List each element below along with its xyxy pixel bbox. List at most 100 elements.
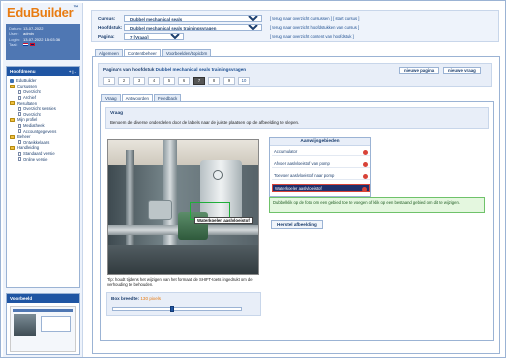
sidebar-item-label: Ontwikkelaars (23, 139, 50, 145)
app-window: EduBuilder™ Datum: 13-07-2022 User: admin … (0, 0, 506, 358)
sidebar-item-label: Overzicht (23, 111, 41, 117)
main-tabs: Algemeen Contentbeheer Voorbeelden/topic… (95, 49, 212, 56)
pagina-links[interactable]: [ terug naar overzicht content van hoofd… (270, 34, 354, 39)
preview-thumbnail[interactable] (10, 306, 76, 352)
sidebar-item-label: Mijn profiel (17, 117, 38, 123)
pagina-label: Pagina: (98, 34, 115, 39)
menu-expand-collapse[interactable]: + | - (69, 69, 76, 74)
page-icon (18, 129, 21, 134)
page-number-button[interactable]: 1 (103, 77, 115, 85)
page-numbers: 1 2 3 4 5 6 7 8 9 10 (103, 77, 250, 85)
page-number-button[interactable]: 6 (178, 77, 190, 85)
box-size-panel: Box breedte: 130 pixels (106, 292, 261, 316)
answer-item-label: Toevoer aaslvloeistof naar pomp (274, 173, 335, 178)
sidebar-item-online-versie[interactable]: Online versie (10, 156, 76, 162)
page-number-button[interactable]: 2 (118, 77, 130, 85)
home-icon (10, 78, 14, 83)
page-icon (18, 112, 21, 117)
answer-item[interactable]: Afvoer aaslvloeistof van pomp (272, 160, 370, 168)
answer-item[interactable]: Accumulator (272, 148, 370, 156)
hoofdstuk-links[interactable]: [ terug naar overzicht hoofdstukken van … (270, 25, 359, 30)
sidebar-item-label: Handleiding (17, 145, 40, 151)
sidebar-item-label: Overzicht sessies (23, 106, 56, 112)
main-menu-header: Hoofdmenu + | - (7, 67, 79, 76)
box-size-slider[interactable] (112, 306, 242, 312)
page-icon (18, 106, 21, 111)
delete-icon[interactable] (363, 150, 368, 155)
cursus-select[interactable]: Dubbel mechanical seals (124, 15, 262, 22)
page-number-button[interactable]: 7 (193, 77, 205, 85)
user-info-row: Taal: (9, 42, 77, 47)
tab-vraag[interactable]: Vraag (101, 94, 121, 101)
sidebar-item-label: Beheer (17, 134, 31, 140)
menu-tree: EduBuilder Cursussen Overzicht Archief Resul… (7, 76, 79, 164)
cursus-label: Cursus: (98, 16, 116, 21)
new-page-button[interactable]: nieuwe pagina (399, 67, 440, 74)
page-icon (18, 157, 21, 162)
cursus-links[interactable]: [ terug naar overzicht cursussen ] [ sta… (270, 16, 359, 21)
preview-header: Voorbeeld (7, 294, 79, 303)
preview-panel: Voorbeeld (6, 293, 80, 355)
logo: EduBuilder™ (7, 5, 79, 20)
gauge-icon (213, 170, 223, 180)
sidebar-item-label: Cursussen (17, 83, 38, 89)
reset-image-button[interactable]: Herstel afbeelding (271, 220, 323, 229)
page-number-button[interactable]: 4 (148, 77, 160, 85)
question-text: Benoem de diverse onderdelen door de lab… (110, 120, 300, 125)
question-box: Vraag Benoem de diverse onderdelen door … (105, 107, 489, 129)
answer-item[interactable]: Waterkoeler aaslvloeistof (272, 184, 370, 192)
page-icon (18, 95, 21, 100)
hoofdstuk-select[interactable]: Dubbel mechanical seals trainingsvragen (124, 24, 262, 31)
course-selector-form: Cursus: Dubbel mechanical seals [ terug … (91, 10, 499, 42)
delete-icon[interactable] (362, 187, 367, 192)
page-icon (18, 140, 21, 145)
pages-bar: Pagina's van hoofdstuk Dubbel mechanical… (98, 63, 492, 87)
answer-list-heading: Aanwijsgebieden (270, 138, 370, 146)
sidebar-item-label: Standaard versie (23, 151, 55, 157)
hotspot-label[interactable]: Waterkoeler aaslvloeistof (194, 217, 253, 224)
left-column: EduBuilder™ Datum: 13-07-2022 User: admin … (3, 3, 83, 357)
sidebar-item-label: Archief (23, 95, 37, 101)
answer-item-label: Waterkoeler aaslvloeistof (275, 186, 322, 191)
page-number-button[interactable]: 3 (133, 77, 145, 85)
sidebar-item-label: Mediatheek (23, 123, 45, 129)
pagina-select[interactable]: 7 [Vraag] (124, 33, 184, 40)
page-number-button[interactable]: 10 (238, 77, 250, 85)
question-heading: Vraag (110, 111, 124, 116)
user-info-panel: Datum: 13-07-2022 User: admin Login: 13-07-… (6, 24, 80, 60)
resize-tip: Tip: houdt tijdens het wijzigen van het … (107, 277, 253, 288)
flag-nl-icon[interactable] (23, 43, 28, 47)
folder-icon (10, 146, 15, 150)
page-number-button[interactable]: 9 (223, 77, 235, 85)
tab-algemeen[interactable]: Algemeen (95, 49, 123, 56)
new-question-button[interactable]: nieuwe vraag (443, 67, 481, 74)
hoofdstuk-label: Hoofdstuk: (98, 25, 123, 30)
pages-title: Pagina's van hoofdstuk Dubbel mechanical… (103, 67, 247, 72)
page-number-button[interactable]: 8 (208, 77, 220, 85)
folder-icon (10, 101, 15, 105)
page-number-button[interactable]: 5 (163, 77, 175, 85)
answer-item-label: Afvoer aaslvloeistof van pomp (274, 161, 330, 166)
hotspot-image[interactable]: Waterkoeler aaslvloeistof (107, 139, 259, 275)
answer-item-label: Accumulator (274, 149, 298, 154)
sidebar-item-label: Online versie (23, 156, 48, 162)
delete-icon[interactable] (363, 162, 368, 167)
flag-uk-icon[interactable] (30, 43, 35, 47)
main-menu: Hoofdmenu + | - EduBuilder Cursussen Overz… (6, 66, 80, 288)
box-size-label: Box breedte: 130 pixels (111, 296, 162, 301)
folder-icon (10, 134, 15, 139)
tab-voorbeelden[interactable]: Voorbeelden/topicbrn (161, 49, 212, 56)
sidebar-item-label: Accountgegevens (23, 128, 57, 134)
answer-item[interactable]: Toevoer aaslvloeistof naar pomp (272, 172, 370, 180)
sidebar-item-label: Resultaten (17, 100, 38, 106)
tab-contentbeheer[interactable]: Contentbeheer (123, 49, 161, 56)
tab-feedback[interactable]: Feedback (154, 94, 182, 101)
tab-antwoorden[interactable]: Antwoorden (121, 94, 153, 101)
sub-tabs: Vraag Antwoorden Feedback (101, 94, 182, 101)
delete-icon[interactable] (363, 174, 368, 179)
feedback-message: Dubbelklik op de foto om een gebied toe … (269, 197, 485, 213)
sidebar-item-label: EduBuilder (16, 78, 37, 84)
page-icon (18, 151, 21, 156)
slider-knob[interactable] (169, 306, 174, 312)
folder-icon (10, 84, 15, 89)
